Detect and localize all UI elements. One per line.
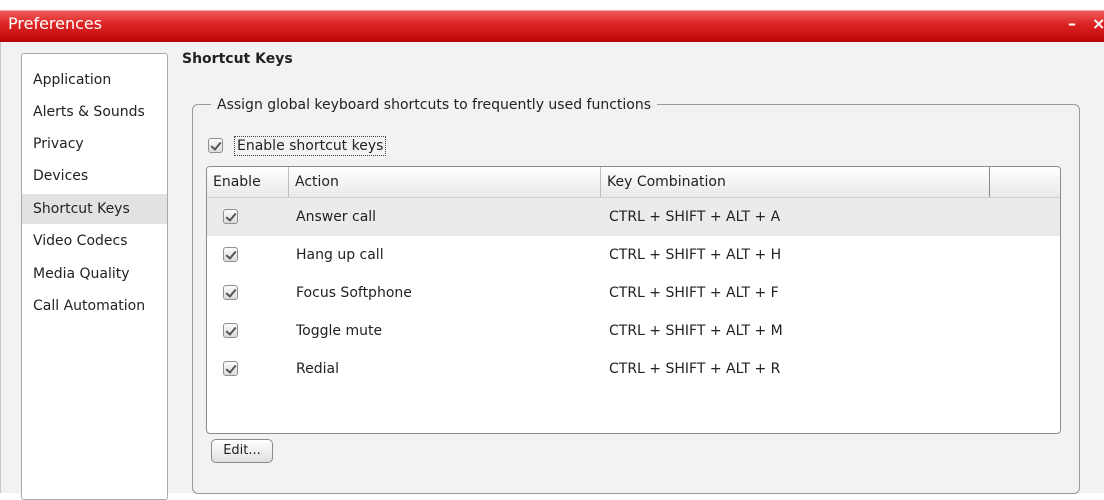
table-row[interactable]: Hang up call CTRL + SHIFT + ALT + H [207, 236, 1060, 274]
sidebar-item-shortcut-keys[interactable]: Shortcut Keys [22, 194, 167, 224]
enable-shortcut-keys-label[interactable]: Enable shortcut keys [234, 136, 387, 156]
sidebar-item-privacy[interactable]: Privacy [22, 129, 167, 159]
row-action: Hang up call [296, 247, 384, 263]
preferences-sidebar: Application Alerts & Sounds Privacy Devi… [21, 53, 168, 500]
preferences-content: Application Alerts & Sounds Privacy Devi… [0, 42, 1104, 500]
table-row[interactable]: Focus Softphone CTRL + SHIFT + ALT + F [207, 274, 1060, 312]
minimize-button[interactable]: – [1068, 16, 1076, 32]
sidebar-item-application[interactable]: Application [22, 65, 167, 95]
shortcut-table: Enable Action Key Combination Answer cal… [206, 166, 1061, 434]
column-header-action[interactable]: Action [289, 167, 601, 197]
row-key-combination: CTRL + SHIFT + ALT + R [609, 361, 781, 377]
window-title: Preferences [8, 14, 103, 33]
column-header-key-combination[interactable]: Key Combination [601, 167, 990, 197]
table-row[interactable]: Toggle mute CTRL + SHIFT + ALT + M [207, 312, 1060, 350]
sidebar-item-call-automation[interactable]: Call Automation [22, 291, 167, 321]
page-title: Shortcut Keys [182, 51, 293, 67]
sidebar-item-alerts-sounds[interactable]: Alerts & Sounds [22, 97, 167, 127]
row-action: Redial [296, 361, 339, 377]
row-enable-checkbox[interactable] [223, 247, 238, 262]
close-button[interactable]: × [1092, 16, 1104, 32]
groupbox-title: Assign global keyboard shortcuts to freq… [211, 97, 658, 113]
edit-button[interactable]: Edit... [211, 439, 273, 463]
row-key-combination: CTRL + SHIFT + ALT + H [609, 247, 782, 263]
title-bar: Preferences – × [0, 0, 1104, 42]
table-row[interactable]: Redial CTRL + SHIFT + ALT + R [207, 350, 1060, 388]
sidebar-item-media-quality[interactable]: Media Quality [22, 259, 167, 289]
row-enable-checkbox[interactable] [223, 323, 238, 338]
row-enable-checkbox[interactable] [223, 209, 238, 224]
sidebar-item-devices[interactable]: Devices [22, 161, 167, 191]
row-key-combination: CTRL + SHIFT + ALT + A [609, 209, 781, 225]
enable-shortcut-keys-checkbox[interactable] [208, 138, 223, 153]
row-enable-checkbox[interactable] [223, 361, 238, 376]
column-header-enable[interactable]: Enable [207, 167, 289, 197]
row-key-combination: CTRL + SHIFT + ALT + M [609, 323, 783, 339]
table-row[interactable]: Answer call CTRL + SHIFT + ALT + A [207, 198, 1060, 236]
table-header: Enable Action Key Combination [207, 167, 1060, 198]
row-action: Focus Softphone [296, 285, 412, 301]
row-enable-checkbox[interactable] [223, 285, 238, 300]
row-key-combination: CTRL + SHIFT + ALT + F [609, 285, 779, 301]
row-action: Toggle mute [296, 323, 383, 339]
sidebar-item-video-codecs[interactable]: Video Codecs [22, 226, 167, 256]
row-action: Answer call [296, 209, 377, 225]
